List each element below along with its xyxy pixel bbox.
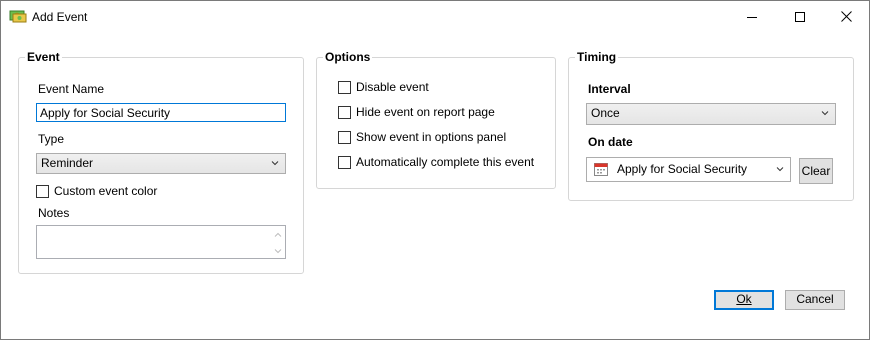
auto-complete-checkbox[interactable] [338,156,351,169]
hide-event-label[interactable]: Hide event on report page [356,105,495,119]
interval-select-value: Once [591,106,620,120]
window-title: Add Event [32,10,88,24]
chevron-down-icon [271,161,279,166]
chevron-down-icon [776,167,784,172]
chevron-down-icon [821,111,829,116]
show-event-options-label[interactable]: Show event in options panel [356,130,506,144]
auto-complete-label[interactable]: Automatically complete this event [356,155,534,169]
on-date-label: On date [588,135,633,149]
ok-button[interactable]: Ok [714,290,774,310]
scroll-down-icon [274,249,282,254]
calendar-icon [594,163,608,176]
event-name-label: Event Name [38,82,105,96]
custom-color-checkbox[interactable] [36,185,49,198]
add-event-dialog: Add Event Event Event Name Type Reminder… [0,0,870,340]
on-date-select[interactable]: Apply for Social Security [586,157,791,182]
clear-button[interactable]: Clear [799,158,833,184]
interval-select[interactable]: Once [586,103,836,125]
notes-label: Notes [38,206,70,220]
timing-group: Timing Interval Once On date Apply for S… [568,50,854,201]
on-date-select-value: Apply for Social Security [617,162,748,176]
timing-group-title: Timing [575,50,619,64]
type-label: Type [38,132,65,146]
options-group: Options Disable event Hide event on repo… [316,50,556,189]
event-name-input[interactable] [36,103,286,122]
maximize-icon [795,11,805,22]
event-group-title: Event [25,50,62,64]
notes-textarea[interactable] [36,225,286,259]
minimize-button[interactable] [729,1,775,32]
type-select-value: Reminder [41,156,94,170]
show-event-options-checkbox[interactable] [338,131,351,144]
hide-event-checkbox[interactable] [338,106,351,119]
minimize-icon [747,16,757,18]
cancel-button-label: Cancel [796,292,834,306]
disable-event-checkbox[interactable] [338,81,351,94]
disable-event-label[interactable]: Disable event [356,80,429,94]
scroll-up-icon [274,232,282,237]
maximize-button[interactable] [777,1,823,32]
title-bar[interactable]: Add Event [1,1,869,32]
money-icon [9,9,27,23]
custom-color-label[interactable]: Custom event color [54,184,157,198]
event-group: Event Event Name Type Reminder Custom ev… [18,50,304,274]
options-group-title: Options [323,50,373,64]
ok-button-label: Ok [736,292,752,306]
cancel-button[interactable]: Cancel [785,290,845,310]
close-icon [840,11,852,22]
type-select[interactable]: Reminder [36,153,286,174]
close-button[interactable] [823,1,869,32]
interval-label: Interval [588,82,631,96]
